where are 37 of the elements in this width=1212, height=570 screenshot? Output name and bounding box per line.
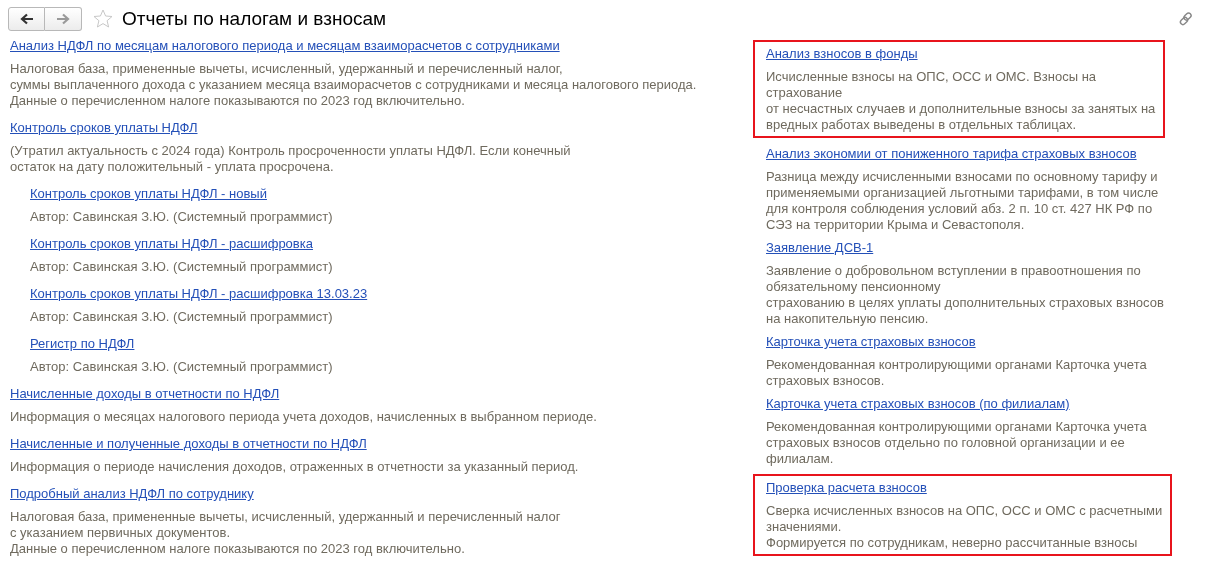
report-link[interactable]: Карточка учета страховых взносов	[766, 334, 976, 350]
report-link[interactable]: Контроль сроков уплаты НДФЛ - расшифровка	[30, 236, 313, 252]
report-link[interactable]: Анализ взносов в фонды	[766, 46, 918, 62]
report-link[interactable]: Карточка учета страховых взносов (по филиалам)	[766, 396, 1070, 412]
report-link[interactable]: Подробный анализ НДФЛ по сотруднику	[10, 486, 254, 502]
forward-arrow-icon	[56, 13, 70, 25]
report-description: Заявление о добровольном вступлении в правоотношения по обязательному пенсионному страхованию в целях уплаты дополнительных страховых взносов на накопительную пенсию.	[766, 263, 1164, 327]
report-link[interactable]: Контроль сроков уплаты НДФЛ	[10, 120, 198, 136]
report-link[interactable]: Контроль сроков уплаты НДФЛ - расшифровка 13.03.23	[30, 286, 368, 302]
report-description: Разница между исчисленными взносами по основному тарифу и применяемыми организацией льготными тарифами, в том числе для контроля соблюдения условий абз. 2 п. 10 ст. 427 НК РФ по СЭЗ на территории Крыма и Севастополя.	[766, 169, 1159, 233]
report-link[interactable]: Проверка расчета взносов	[766, 480, 927, 496]
star-icon	[93, 9, 113, 29]
report-link[interactable]: Контроль сроков уплаты НДФЛ - новый	[30, 186, 267, 202]
report-description: Автор: Савинская З.Ю. (Системный программист)	[30, 309, 333, 325]
report-description: Информация о периоде начисления доходов, отраженных в отчетности за указанный период.	[10, 459, 579, 475]
back-button[interactable]	[8, 7, 45, 31]
report-description: Налоговая база, примененные вычеты, исчисленный, удержанный и перечисленный налог, суммы выплаченного дохода с указанием месяца взаиморасчетов с сотрудниками и месяца налогового периода. Данные о перечисленном налоге показываются по 2023 год включительно.	[10, 61, 697, 109]
report-description: Налоговая база, примененные вычеты, исчисленный, удержанный и перечисленный налог с указанием первичных документов. Данные о перечисленном налоге показываются по 2023 год включительно.	[10, 509, 561, 557]
report-link[interactable]: Анализ НДФЛ по месяцам налогового периода и месяцам взаиморасчетов с сотрудниками	[10, 38, 560, 54]
back-arrow-icon	[19, 13, 34, 25]
report-link[interactable]: Начисленные доходы в отчетности по НДФЛ	[10, 386, 280, 402]
report-link[interactable]: Регистр по НДФЛ	[30, 336, 135, 352]
favorite-star-button[interactable]	[92, 8, 114, 30]
report-link[interactable]: Анализ экономии от пониженного тарифа страховых взносов	[766, 146, 1137, 162]
report-description: Информация о месяцах налогового периода учета доходов, начисленных в выбранном периоде.	[10, 409, 597, 425]
report-description: Автор: Савинская З.Ю. (Системный программист)	[30, 209, 333, 225]
report-link[interactable]: Заявление ДСВ-1	[766, 240, 874, 256]
report-description: Исчисленные взносы на ОПС, ОСС и ОМС. Взносы на страхование от несчастных случаев и дополнительные взносы за занятых на вредных работах выведены в отдельных таблицах.	[766, 69, 1156, 133]
report-description: Сверка исчисленных взносов на ОПС, ОСС и ОМС с расчетными значениями. Формируется по сотрудникам, неверно рассчитанные взносы	[766, 503, 1163, 551]
report-description: Рекомендованная контролирующими органами Карточка учета страховых взносов.	[766, 357, 1147, 389]
report-description: Автор: Савинская З.Ю. (Системный программист)	[30, 359, 333, 375]
report-description: Автор: Савинская З.Ю. (Системный программист)	[30, 259, 333, 275]
report-description: (Утратил актуальность с 2024 года) Контроль просроченности уплаты НДФЛ. Если конечный остаток на дату положительный - уплата просрочена.	[10, 143, 571, 175]
report-link[interactable]: Начисленные и полученные доходы в отчетности по НДФЛ	[10, 436, 367, 452]
report-description: Рекомендованная контролирующими органами Карточка учета страховых взносов отдельно по головной организации и ее филиалам.	[766, 419, 1147, 467]
window-title: Отчеты по налогам и взносам	[122, 6, 387, 31]
link-icon[interactable]	[1178, 11, 1194, 27]
